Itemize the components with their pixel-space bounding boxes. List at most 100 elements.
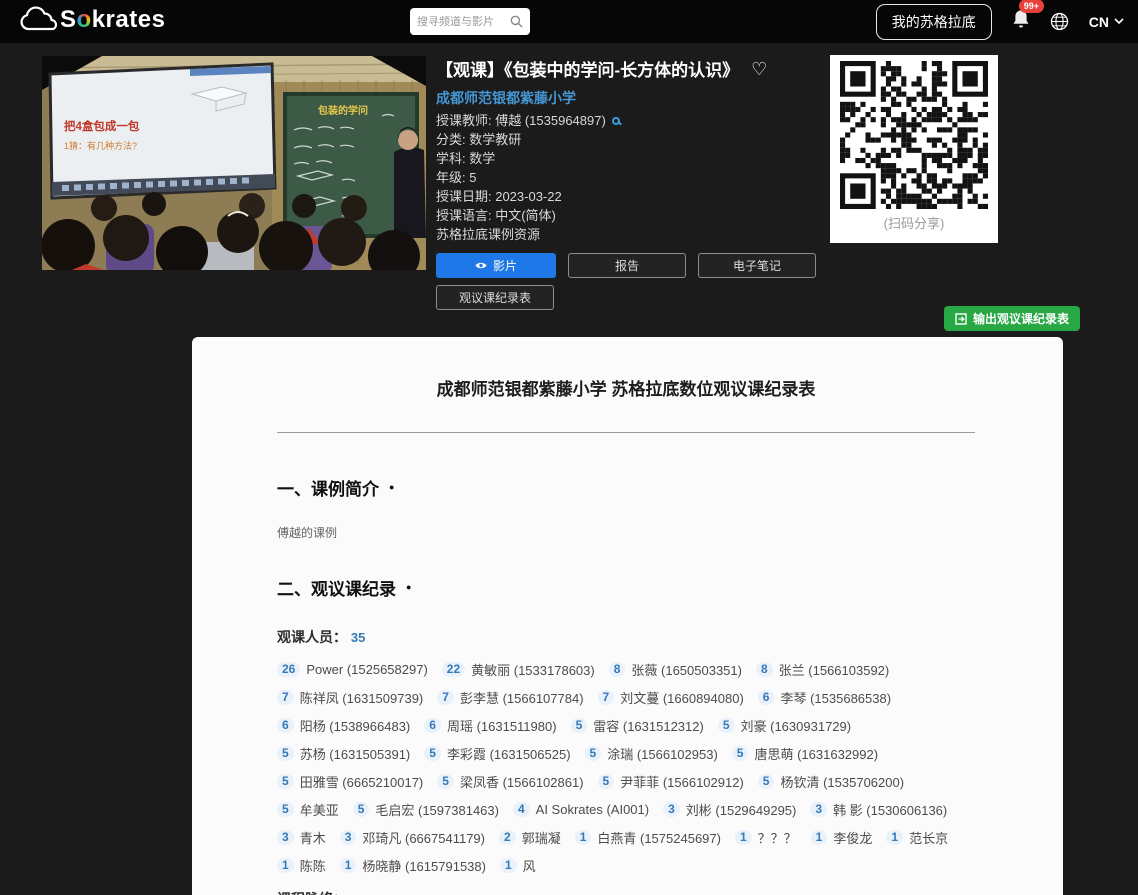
observer-item[interactable]: 5牟美亚 xyxy=(277,800,339,819)
export-record-button[interactable]: 输出观议课纪录表 xyxy=(944,306,1080,331)
observation-count-badge: 5 xyxy=(718,718,735,733)
observer-item[interactable]: 5毛启宏 (1597381463) xyxy=(353,800,499,819)
export-icon xyxy=(955,313,967,325)
observer-name: 刘文蔓 (1660894080) xyxy=(620,688,744,707)
observer-name: 张薇 (1650503351) xyxy=(631,660,742,679)
observer-name: 刘豪 (1630931729) xyxy=(741,716,852,735)
observation-count-badge: 5 xyxy=(598,774,615,789)
observer-item[interactable]: 8张薇 (1650503351) xyxy=(609,660,742,679)
screen-text-line1: 把4盒包成一包 xyxy=(64,119,140,133)
observer-name: 涂瑞 (1566102953) xyxy=(607,744,718,763)
observer-item[interactable]: 6李琴 (1535686538) xyxy=(758,688,891,707)
observer-item[interactable]: 3 刘彬 (1529649295) xyxy=(663,800,796,819)
observation-count-badge: 3 xyxy=(663,802,680,817)
observer-item[interactable]: 5 田雅雪 (6665210017) xyxy=(277,772,423,791)
lesson-info-row: 授课日期: 2023-03-22 xyxy=(436,187,828,206)
lesson-info-row: 学科: 数学 xyxy=(436,149,828,168)
observer-item[interactable]: 26Power (1525658297) xyxy=(277,660,428,679)
enotes-button[interactable]: 电子笔记 xyxy=(698,253,816,278)
qr-caption: (扫码分享) xyxy=(830,213,998,232)
observer-item[interactable]: 1白燕青 (1575245697) xyxy=(575,828,721,847)
observer-name: 刘彬 (1529649295) xyxy=(686,800,797,819)
observer-item[interactable]: 4 AI Sokrates (AI001) xyxy=(513,800,649,819)
observer-item[interactable]: 6周瑶 (1631511980) xyxy=(424,716,556,735)
lesson-intro-text: 傅越的课例 xyxy=(277,524,975,541)
observer-item[interactable]: 8张兰 (1566103592) xyxy=(756,660,889,679)
search-icon[interactable] xyxy=(510,15,523,28)
observer-name: 陈陈 xyxy=(300,856,326,875)
observer-item[interactable]: 3 韩 影 (1530606136) xyxy=(810,800,947,819)
favorite-heart-icon[interactable]: ♡ xyxy=(751,60,767,78)
search-input[interactable] xyxy=(417,16,510,28)
observer-item[interactable]: 5李彩霞 (1631506525) xyxy=(424,744,570,763)
observation-count-badge: 1 xyxy=(340,858,357,873)
sokrates-logo[interactable]: Sokrates xyxy=(18,5,165,35)
navbar: Sokrates 我的苏格拉底 99+ xyxy=(0,0,1138,43)
screen-text-line2: 1猜：有几种方法? xyxy=(64,140,137,151)
observer-item[interactable]: 5 刘豪 (1630931729) xyxy=(718,716,851,735)
notifications-button[interactable]: 99+ xyxy=(1012,9,1030,34)
observer-item[interactable]: 2郭瑞凝 xyxy=(499,828,561,847)
observer-item[interactable]: 1杨晓静 (1615791538) xyxy=(340,856,486,875)
section-dot: ● xyxy=(389,483,394,492)
lesson-info: 【观课】《包装中的学问-长方体的认识》 ♡ 成都师范银都紫藤小学 授课教师: 傅… xyxy=(436,56,828,310)
observer-item[interactable]: 5梁凤香 (1566102861) xyxy=(437,772,583,791)
observation-count-badge: 1 xyxy=(575,830,592,845)
stat-row: 课程脉络： xyxy=(277,889,975,895)
report-button[interactable]: 报告 xyxy=(568,253,686,278)
observer-item[interactable]: 5杨钦清 (1535706200) xyxy=(758,772,904,791)
teacher-search-icon[interactable] xyxy=(612,117,620,125)
observation-count-badge: 6 xyxy=(424,718,441,733)
board-banner-text: 包装的学问 xyxy=(318,104,368,117)
observer-item[interactable]: 5涂瑞 (1566102953) xyxy=(585,744,718,763)
video-button[interactable]: 影片 xyxy=(436,253,556,278)
observer-item[interactable]: 5苏杨 (1631505391) xyxy=(277,744,410,763)
observation-count-badge: 3 xyxy=(810,802,827,817)
observation-count-badge: 1 xyxy=(735,830,752,845)
logo-colored-o: o xyxy=(77,6,92,33)
observer-item[interactable]: 7彭李慧 (1566107784) xyxy=(437,688,583,707)
language-selector[interactable]: CN xyxy=(1089,14,1124,30)
observer-name: AI Sokrates (AI001) xyxy=(536,802,649,817)
observer-item[interactable]: 7陈祥凤 (1631509739) xyxy=(277,688,423,707)
observer-item[interactable]: 1风 xyxy=(500,856,536,875)
observer-name: 韩 影 (1530606136) xyxy=(833,800,947,819)
observation-count-badge: 26 xyxy=(277,662,300,677)
record-table-button[interactable]: 观议课纪录表 xyxy=(436,285,554,310)
lesson-info-rows: 授课教师: 傅越 (1535964897)分类: 数学教研学科: 数学年级: 5… xyxy=(436,111,828,225)
observer-item[interactable]: 5尹菲菲 (1566102912) xyxy=(598,772,744,791)
my-sokrates-button[interactable]: 我的苏格拉底 xyxy=(876,4,992,40)
observation-count-badge: 5 xyxy=(277,774,294,789)
observer-item[interactable]: 1李俊龙 xyxy=(811,828,873,847)
observers-summary: 观课人员： 35 xyxy=(277,627,975,647)
observation-count-badge: 5 xyxy=(353,802,370,817)
observation-count-badge: 5 xyxy=(437,774,454,789)
observer-item[interactable]: 5雷容 (1631512312) xyxy=(571,716,704,735)
stat-label: 课程脉络： xyxy=(277,891,347,895)
observer-name: 田雅雪 (6665210017) xyxy=(300,772,424,791)
observer-item[interactable]: 22黄敏丽 (1533178603) xyxy=(442,660,595,679)
observer-item[interactable]: 1？？？ xyxy=(735,828,797,847)
video-thumbnail[interactable]: 把4盒包成一包 1猜：有几种方法? 包装的学问 xyxy=(42,56,426,270)
section-dot: ● xyxy=(406,583,411,592)
observation-count-badge: 6 xyxy=(277,718,294,733)
eye-icon xyxy=(475,261,487,270)
navbar-right: 我的苏格拉底 99+ CN xyxy=(876,0,1124,43)
observer-item[interactable]: 3青木 xyxy=(277,828,326,847)
logo-text: Sokrates xyxy=(60,6,165,34)
observer-name: 张兰 (1566103592) xyxy=(779,660,890,679)
observer-item[interactable]: 6阳杨 (1538966483) xyxy=(277,716,410,735)
lesson-info-row: 授课教师: 傅越 (1535964897) xyxy=(436,111,828,130)
school-link[interactable]: 成都师范银都紫藤小学 xyxy=(436,88,828,108)
observer-item[interactable]: 3邓琦凡 (6667541179) xyxy=(340,828,485,847)
observer-name: 陈祥凤 (1631509739) xyxy=(300,688,424,707)
observation-count-badge: 4 xyxy=(513,802,530,817)
observation-count-badge: 1 xyxy=(277,858,294,873)
globe-icon[interactable] xyxy=(1050,12,1069,31)
observer-item[interactable]: 1范长京 xyxy=(886,828,948,847)
observer-item[interactable]: 5唐思萌 (1631632992) xyxy=(732,744,878,763)
observation-count-badge: 5 xyxy=(277,802,294,817)
lesson-info-row: 授课语言: 中文(简体) xyxy=(436,206,828,225)
observer-item[interactable]: 7刘文蔓 (1660894080) xyxy=(598,688,744,707)
observer-item[interactable]: 1 陈陈 xyxy=(277,856,326,875)
